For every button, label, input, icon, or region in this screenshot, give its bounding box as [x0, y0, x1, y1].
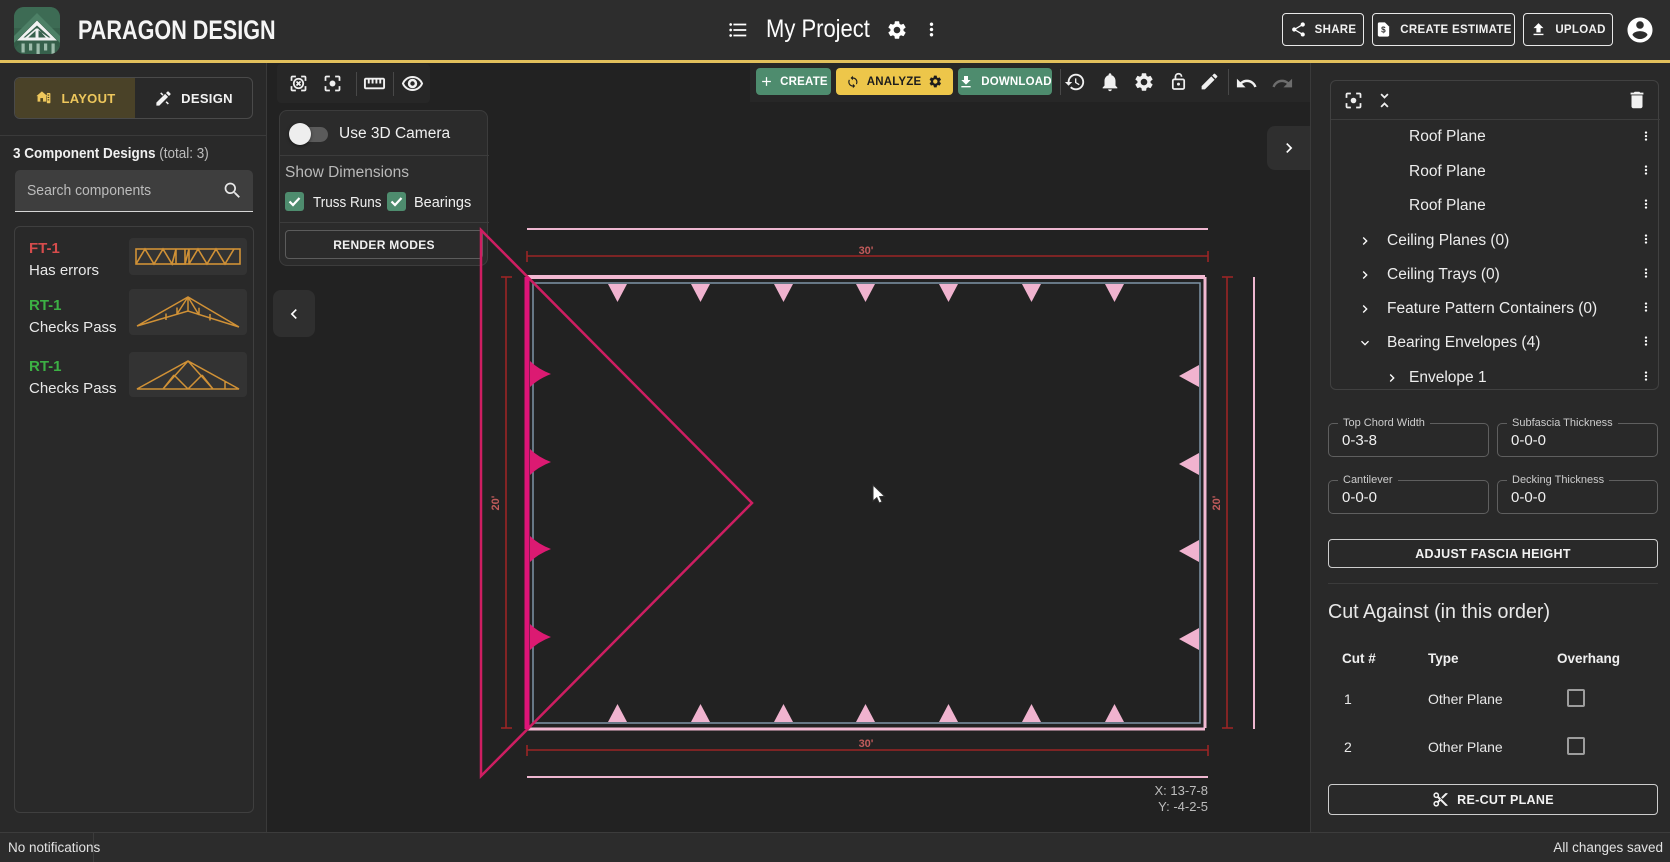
svg-text:30': 30'	[859, 245, 874, 257]
svg-text:X: 13-7-8: X: 13-7-8	[1155, 783, 1208, 798]
svg-text:20': 20'	[1211, 495, 1223, 510]
svg-text:Y: -4-2-5: Y: -4-2-5	[1158, 799, 1208, 814]
svg-text:30': 30'	[859, 738, 874, 750]
svg-text:$: $	[1381, 26, 1386, 35]
svg-text:20': 20'	[490, 495, 502, 510]
